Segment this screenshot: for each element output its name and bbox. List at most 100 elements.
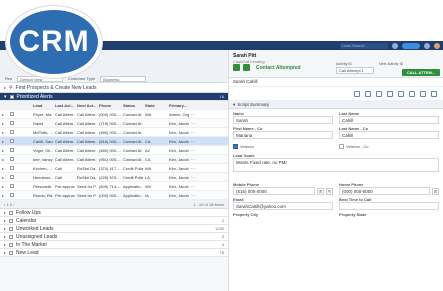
edit-icon[interactable]: ✎ [326,187,333,195]
page-controls[interactable]: ‹ 1 2 › [4,202,14,207]
section-calendar[interactable]: ▸ Calendar 2 [0,217,228,225]
section-checkbox[interactable] [9,242,14,247]
search-icon[interactable] [392,42,398,49]
row-menu-icon[interactable]: ⋯ [189,148,207,153]
table-row[interactable]: ▸ Kirchen, ... Call RoSkri Da... (370) 417-.… [0,164,228,173]
customer-type-select[interactable]: Business [100,75,147,82]
lead-search-input[interactable]: Lead Search [340,42,388,49]
column-header[interactable]: Phone [97,103,121,108]
row-checkbox[interactable] [10,174,14,179]
row-checkbox[interactable] [10,129,14,134]
expand-icon[interactable]: ▸ [0,184,8,189]
expand-icon[interactable]: ▸ [0,175,8,180]
note-icon[interactable] [365,90,371,97]
find-prospects-section[interactable]: ▸ ⚲ Find Prospects & Create New Leads [0,83,228,93]
table-row[interactable]: ▸ Henderso... Call RoSkri Da... (225) 570-..… [0,173,228,182]
row-checkbox[interactable] [10,147,14,152]
column-header[interactable]: Next Act... [75,103,97,108]
expand-icon: ▸ [4,226,7,231]
script-summary-header[interactable]: ▾ Script Summary [229,101,443,109]
table-row[interactable]: ▸ Personetti...Pre-approv...Send for P...… [0,182,228,191]
column-header[interactable]: Status [121,103,143,108]
first-name-field[interactable]: Sarah [233,116,333,124]
table-cell: Call Attem... [77,147,97,153]
column-header[interactable]: Primary... [167,103,189,108]
row-menu-icon[interactable]: ⋯ [189,121,207,126]
veteran-co-checkbox[interactable] [339,143,344,149]
row-checkbox[interactable] [10,138,14,143]
row-menu-icon[interactable]: ⋯ [189,166,207,171]
lead-detail-panel: Sarah Pitt CashCall Lending Contact Atte… [229,50,443,291]
section-unworked-leads[interactable]: ▸ Unworked Leads 1230 [0,225,228,233]
row-menu-icon[interactable]: ⋯ [189,184,207,189]
column-header[interactable]: Lead [31,103,53,108]
column-header[interactable]: State [143,103,167,108]
section-checkbox[interactable] [9,218,14,223]
table-row[interactable]: ▸ Phyre, Ma... Call Attem... Call Attem...(… [0,110,228,119]
home-phone-field[interactable]: (000) 000-0000 [339,187,430,195]
expand-icon[interactable]: ▸ [0,193,8,198]
row-menu-icon[interactable]: ⋯ [189,139,207,144]
section-checkbox[interactable] [9,234,14,239]
section-checkbox[interactable] [9,226,14,231]
row-checkbox[interactable] [10,192,14,197]
veteran-checkbox[interactable] [233,143,238,149]
row-menu-icon[interactable]: ⋯ [189,112,207,117]
status-icon[interactable] [243,64,250,71]
document-icon[interactable] [398,90,404,97]
more-icon[interactable] [431,90,437,97]
co-last-name-field[interactable]: Cahill [339,131,439,139]
expand-icon[interactable]: ▸ [0,130,8,135]
prioritized-alerts-section[interactable]: ▾ Prioritized Alerts 18 [0,93,228,101]
co-first-name-field[interactable]: Mariana [233,131,333,139]
table-row[interactable]: ▸ Vogel, Sh... Call Attem... Call Attem...(… [0,146,228,155]
row-menu-icon[interactable]: ⋯ [189,175,207,180]
row-checkbox[interactable] [10,156,14,161]
expand-icon[interactable]: ▸ [0,157,8,162]
row-menu-icon[interactable]: ⋯ [189,157,207,162]
call-attempt-button[interactable]: CALL ATTEM... [402,69,440,76]
status-toggle[interactable] [402,42,420,49]
section-new-lead[interactable]: ▸ New Lead 75 [0,249,228,257]
table-row[interactable]: ▸ kerr, nancy Call Attem... Call Attem... (9… [0,155,228,164]
last-name-field[interactable]: Cahill [339,116,439,124]
history-icon[interactable] [409,90,415,97]
email-field[interactable]: SarahCahill@yahoo.com [233,202,333,210]
activity-select[interactable]: Call Attempt 1 [336,67,374,74]
email-icon[interactable] [376,90,382,97]
expand-icon[interactable]: ▸ [0,139,8,144]
expand-icon[interactable]: ▸ [0,121,8,126]
calendar-icon[interactable] [387,90,393,97]
row-menu-icon[interactable]: ⋯ [189,130,207,135]
expand-icon[interactable]: ▸ [0,148,8,153]
phone-icon[interactable]: ✆ [317,187,324,195]
section-checkbox[interactable] [9,210,14,215]
settings-icon[interactable] [420,90,426,97]
lead-goals-field[interactable]: Wants Fixed rate, no PMI [233,158,439,172]
phone-icon[interactable]: ✆ [432,187,439,195]
table-row[interactable]: ▸ Rondo, Ra...Pre-approv...Send for P...(… [0,191,228,200]
best-time-field[interactable] [339,202,439,210]
mobile-phone-field[interactable]: (516) 000-0000 [233,187,315,195]
status-icon[interactable] [233,64,240,71]
table-row[interactable]: ▸ David Call Attem... Call Attem... (719) 00… [0,119,228,128]
table-row[interactable]: ▸ McPoffs, ... Call Attem... Call Attem...(… [0,128,228,137]
leads-table: Lead Last Act... Next Act... Phone Statu… [0,101,228,200]
expand-icon[interactable]: ▸ [0,112,8,117]
section-follow-ups[interactable]: ▸ Follow Ups [0,209,228,217]
avatar[interactable] [434,42,440,49]
column-header[interactable]: Last Act... [53,103,75,108]
expand-icon[interactable]: ▸ [0,166,8,171]
phone-icon[interactable] [354,90,360,97]
section-in-the-market[interactable]: ▸ In The Market 4 [0,241,228,249]
row-checkbox[interactable] [10,165,14,170]
section-unassigned-leads[interactable]: ▸ Unassigned Leads 0 [0,233,228,241]
section-checkbox[interactable] [9,250,14,255]
row-menu-icon[interactable]: ⋯ [189,193,207,198]
row-checkbox[interactable] [10,120,14,125]
row-checkbox[interactable] [10,111,14,116]
row-checkbox[interactable] [10,183,14,188]
select-all-checkbox[interactable] [9,94,14,99]
notification-icon[interactable] [424,42,430,49]
table-row[interactable]: ▸Cahill, SarahCall Attem...Call Attem...… [0,137,228,146]
